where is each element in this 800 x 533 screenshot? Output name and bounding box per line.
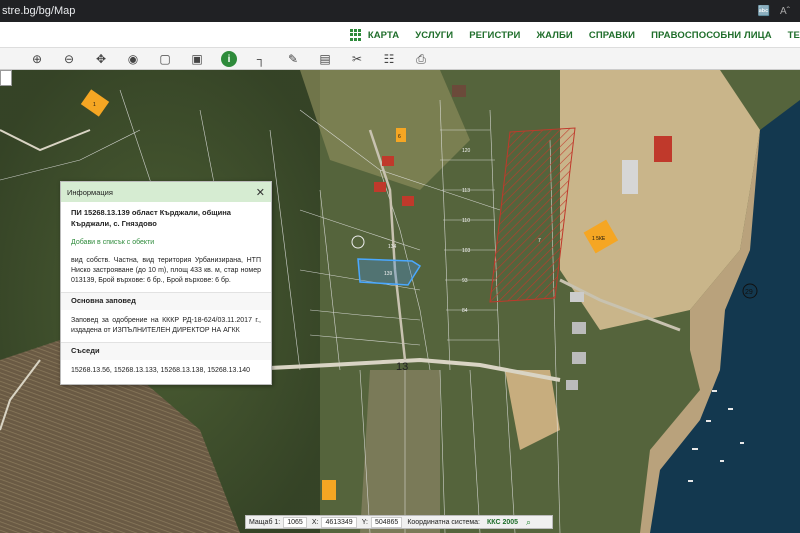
nav-item-services[interactable]: УСЛУГИ (415, 30, 453, 41)
svg-text:93: 93 (462, 278, 468, 284)
info-icon[interactable]: i (221, 51, 237, 67)
map-toolbar: ⊕ ⊖ ✥ ◉ ▢ ▣ i ┐ ✎ ▤ ✂ ☷ ⎙ (0, 48, 800, 70)
field-south (360, 370, 440, 533)
nav-item-registers[interactable]: РЕГИСТРИ (469, 30, 520, 41)
pan-icon[interactable]: ✥ (93, 51, 109, 67)
translate-icon[interactable]: 🔤 (758, 6, 770, 17)
apps-grid-icon[interactable] (349, 29, 362, 41)
print-icon[interactable]: ⎙ (413, 51, 429, 67)
x-coordinate: 4613349 (321, 516, 357, 528)
neighbors-list: 15268.13.56, 15268.13.133, 15268.13.138,… (71, 367, 251, 375)
corner-icon[interactable]: ┐ (253, 51, 269, 67)
parcel-title: ПИ 15268.13.139 област Кърджали, община … (71, 208, 231, 228)
zoom-out-icon[interactable]: ⊖ (61, 51, 77, 67)
scale-input[interactable]: 1065 (283, 516, 307, 528)
svg-text:113: 113 (462, 188, 470, 194)
popup-body: ПИ 15268.13.139 област Кърджали, община … (61, 202, 271, 388)
nav-item-reports[interactable]: СПРАВКИ (589, 30, 635, 41)
y-coordinate: 504865 (370, 516, 403, 528)
svg-text:1 5КЕ: 1 5КЕ (592, 236, 606, 242)
measure-icon[interactable]: ▣ (189, 51, 205, 67)
svg-text:6: 6 (398, 134, 401, 140)
layers-icon[interactable]: ▤ (317, 51, 333, 67)
pin-icon[interactable]: ◉ (125, 51, 141, 67)
select-rect-icon[interactable]: ▢ (157, 51, 173, 67)
site-header: КАРТА УСЛУГИ РЕГИСТРИ ЖАЛБИ СПРАВКИ ПРАВ… (0, 22, 800, 48)
info-popup: Информация ✕ ПИ 15268.13.139 област Кърд… (60, 181, 272, 385)
lake-marker-label: 29 (745, 289, 753, 296)
svg-text:1: 1 (93, 102, 96, 108)
neighbors-heading: Съседи (61, 342, 271, 361)
crs-select[interactable]: ККС 2005 (483, 519, 522, 526)
order-text: Заповед за одобрение на КККР РД-18-624/0… (71, 317, 261, 335)
popup-header: Информация ✕ (61, 182, 271, 202)
nav-item-complaints[interactable]: ЖАЛБИ (536, 30, 572, 41)
nav-item-licensed-persons[interactable]: ПРАВОСПОСОБНИ ЛИЦА (651, 30, 772, 41)
draw-icon[interactable]: ✎ (285, 51, 301, 67)
svg-text:103: 103 (462, 248, 471, 254)
zoom-in-icon[interactable]: ⊕ (29, 51, 45, 67)
svg-text:84: 84 (462, 308, 468, 314)
svg-text:134: 134 (388, 244, 397, 250)
nav-item-map[interactable]: КАРТА (368, 30, 399, 41)
y-label: Y: (361, 518, 368, 526)
browser-address-bar[interactable]: stre.bg/bg/Map 🔤 Aˆ (0, 0, 800, 22)
nav-item-more[interactable]: ТЕ (788, 30, 800, 41)
svg-text:110: 110 (462, 218, 470, 224)
document-icon[interactable]: ☷ (381, 51, 397, 67)
reader-icon[interactable]: Aˆ (780, 6, 790, 17)
main-nav: КАРТА УСЛУГИ РЕГИСТРИ ЖАЛБИ СПРАВКИ ПРАВ… (349, 22, 800, 48)
popup-title: Информация (67, 187, 113, 197)
map-status-bar: Мащаб 1: 1065 X: 4613349 Y: 504865 Коорд… (245, 515, 553, 529)
svg-text:7: 7 (538, 238, 541, 244)
split-icon[interactable]: ✂ (349, 51, 365, 67)
scale-label: Мащаб 1: (249, 518, 281, 526)
url-text[interactable]: stre.bg/bg/Map (2, 5, 758, 17)
road-label-13: 13 (396, 361, 408, 373)
crs-label: Координатна система: (407, 518, 480, 526)
svg-text:120: 120 (462, 148, 471, 154)
svg-text:139: 139 (384, 271, 393, 277)
add-to-list-link[interactable]: Добави в списък с обекти (71, 238, 261, 248)
search-icon[interactable]: ⌕ (526, 517, 531, 528)
map-logo-tab (0, 70, 12, 86)
order-heading: Основна заповед (61, 292, 271, 311)
close-icon[interactable]: ✕ (256, 186, 265, 199)
parcel-description: вид собств. Частна, вид територия Урбани… (71, 256, 261, 285)
x-label: X: (311, 518, 319, 526)
